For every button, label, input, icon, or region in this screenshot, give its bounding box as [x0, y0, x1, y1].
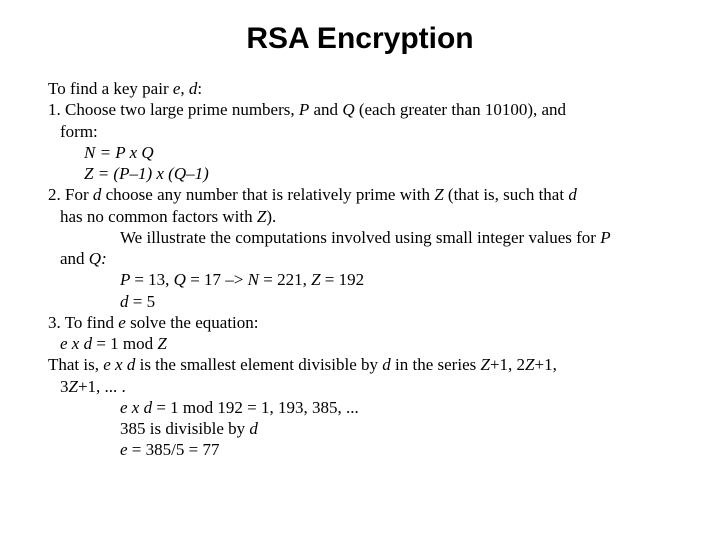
page-title: RSA Encryption — [48, 22, 672, 56]
slide: RSA Encryption To find a key pair e, d: … — [0, 0, 720, 461]
var-d: d — [382, 355, 395, 374]
var-e: e — [120, 440, 132, 459]
step-3-line-2: That is, e x d is the smallest element d… — [48, 354, 672, 375]
intro-line: To find a key pair e, d: — [48, 78, 672, 99]
text: in the series — [395, 355, 480, 374]
text: : — [197, 79, 202, 98]
step-1-line-2: form: — [60, 121, 672, 142]
step-3-eq-2: e x d = 1 mod 192 = 1, 193, 385, ... — [120, 397, 672, 418]
var-q: Q — [174, 270, 191, 289]
var-z: Z — [69, 377, 78, 396]
text: = 13, — [134, 270, 173, 289]
var-d: d — [120, 292, 133, 311]
step-2-line-3: We illustrate the computations involved … — [120, 227, 672, 248]
text: choose any number that is relatively pri… — [106, 185, 435, 204]
text: 1. Choose two large prime numbers, — [48, 100, 299, 119]
text: , — [180, 79, 189, 98]
var-q: Q: — [89, 249, 107, 268]
step-2-eq-1: P = 13, Q = 17 –> N = 221, Z = 192 — [120, 269, 672, 290]
text: We illustrate the computations involved … — [120, 228, 600, 247]
var-z: Z — [525, 355, 534, 374]
slide-body: To find a key pair e, d: 1. Choose two l… — [48, 78, 672, 461]
text: 3 — [60, 377, 69, 396]
var-z: Z — [480, 355, 489, 374]
text: 2. For — [48, 185, 93, 204]
text: = 5 — [133, 292, 155, 311]
text: = 385/5 = 77 — [132, 440, 220, 459]
equation-n: N = P x Q — [84, 142, 672, 163]
equation-z: Z = (P–1) x (Q–1) — [84, 163, 672, 184]
expr-exd: e x d — [120, 398, 156, 417]
text: To find a key pair — [48, 79, 173, 98]
var-z: Z — [311, 270, 325, 289]
step-3-eq-1: e x d = 1 mod Z — [60, 333, 672, 354]
text: +1, — [535, 355, 557, 374]
step-2-line-4: and Q: — [60, 248, 672, 269]
step-3-line-4: 385 is divisible by d — [120, 418, 672, 439]
step-3-line-3: 3Z+1, ... . — [60, 376, 672, 397]
text: = 1 mod 192 = 1, 193, 385, ... — [156, 398, 358, 417]
var-d: d — [568, 185, 577, 204]
text: +1, ... . — [78, 377, 126, 396]
text: solve the equation: — [130, 313, 258, 332]
var-p: P — [120, 270, 134, 289]
var-z: Z — [257, 207, 266, 226]
expr-exd: e x d — [103, 355, 139, 374]
text: (each greater than 10100), and — [355, 100, 566, 119]
var-q: Q — [342, 100, 354, 119]
text: and — [60, 249, 89, 268]
text: That is, — [48, 355, 103, 374]
text: (that is, such that — [448, 185, 568, 204]
step-2-line-1: 2. For d choose any number that is relat… — [48, 184, 672, 205]
text: = 17 –> — [190, 270, 247, 289]
text: = 1 mod — [96, 334, 157, 353]
var-d: d — [249, 419, 258, 438]
var-z: Z — [157, 334, 166, 353]
text: = 192 — [325, 270, 364, 289]
step-3-line-1: 3. To find e solve the equation: — [48, 312, 672, 333]
text: is the smallest element divisible by — [140, 355, 383, 374]
var-p: P — [600, 228, 610, 247]
text: = 221, — [263, 270, 311, 289]
text: ). — [266, 207, 276, 226]
text: form: — [60, 122, 98, 141]
step-1-line-1: 1. Choose two large prime numbers, P and… — [48, 99, 672, 120]
expr-exd: e x d — [60, 334, 96, 353]
var-n: N — [248, 270, 264, 289]
step-2-eq-2: d = 5 — [120, 291, 672, 312]
var-e: e — [118, 313, 130, 332]
var-d: d — [93, 185, 106, 204]
var-z: Z — [434, 185, 448, 204]
text: has no common factors with — [60, 207, 257, 226]
text: 385 is divisible by — [120, 419, 249, 438]
text: +1, 2 — [490, 355, 525, 374]
step-3-eq-3: e = 385/5 = 77 — [120, 439, 672, 460]
text: and — [309, 100, 342, 119]
var-p: P — [299, 100, 309, 119]
step-2-line-2: has no common factors with Z). — [60, 206, 672, 227]
text: 3. To find — [48, 313, 118, 332]
